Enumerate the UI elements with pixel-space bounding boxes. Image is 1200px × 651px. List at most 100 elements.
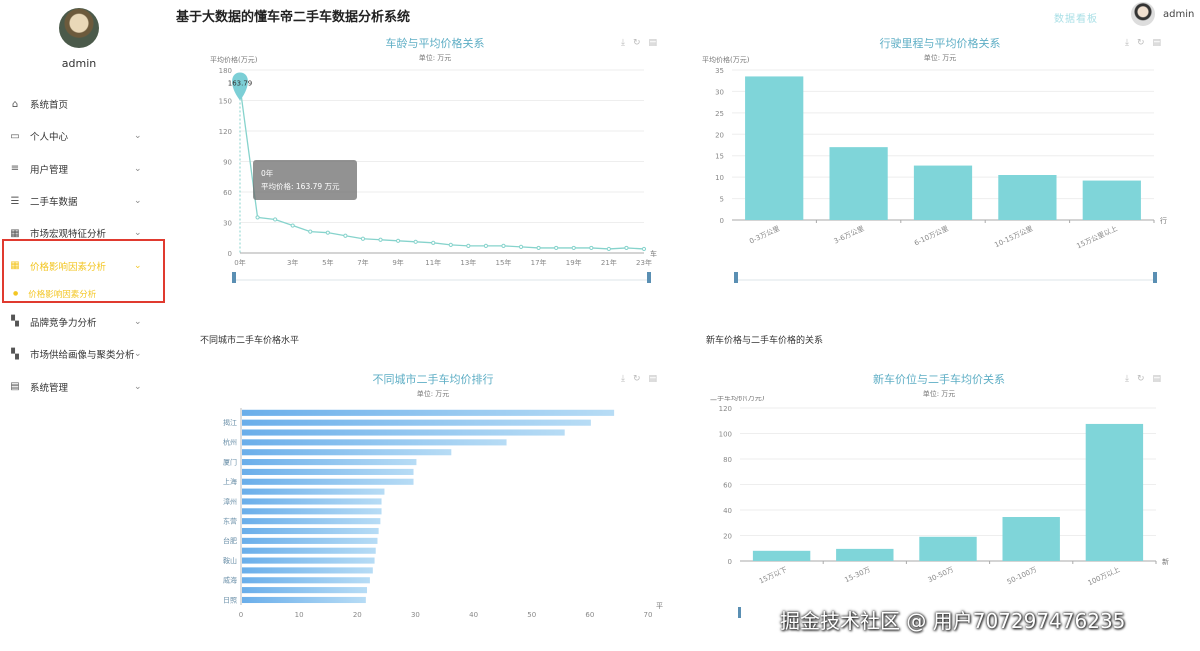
bar bbox=[1085, 423, 1144, 561]
newprice-chart[interactable]: 0 20 40 60 80 100 120 二手车均价(万元) 新 15万以下 15-30万 30-5… bbox=[700, 396, 1180, 626]
bar bbox=[919, 536, 977, 561]
x-tick-label: 7年 bbox=[357, 258, 368, 267]
data-view-icon[interactable]: ▤ bbox=[649, 38, 658, 48]
refresh-icon[interactable]: ↻ bbox=[1137, 374, 1145, 384]
header-username[interactable]: admin bbox=[1163, 9, 1194, 20]
bar bbox=[836, 548, 894, 561]
chevron-down-icon: ⌄ bbox=[134, 228, 142, 239]
dashboard-link[interactable]: 数据看板 bbox=[1054, 10, 1098, 25]
download-icon[interactable]: ⤓ bbox=[621, 38, 625, 48]
sidebar-item[interactable]: ▦ 价格影响因素分析 ⌄ bbox=[0, 249, 170, 281]
clipboard-icon: ▤ bbox=[10, 381, 20, 393]
x-axis-label: 新 bbox=[1162, 557, 1169, 566]
data-point bbox=[413, 239, 418, 244]
data-point bbox=[483, 243, 489, 248]
data-view-icon[interactable]: ▤ bbox=[649, 374, 658, 384]
sidebar-subitem-label: 价格影响因素分析 bbox=[28, 289, 97, 300]
sidebar: admin ⌂ 系统首页 ▭ 个人中心 ⌄ ≡ 用户管理 ⌄ ☰ 二手车数据 ⌄ ▦ 市场宏观特征分析 ⌄… bbox=[0, 0, 170, 651]
header-avatar[interactable] bbox=[1131, 2, 1155, 26]
y-tick-label: 80 bbox=[723, 456, 732, 464]
x-tick-label: 3年 bbox=[287, 258, 298, 267]
download-icon[interactable]: ⤓ bbox=[1125, 38, 1129, 48]
x-tick-label: 0年 bbox=[234, 258, 245, 267]
data-view-icon[interactable]: ▤ bbox=[1153, 38, 1162, 48]
y-tick-label: 威海 bbox=[223, 576, 237, 585]
x-tick-label: 20 bbox=[353, 611, 362, 619]
x-tick-label: 15万以下 bbox=[758, 566, 788, 586]
data-point bbox=[273, 217, 278, 222]
data-point bbox=[624, 245, 629, 251]
data-point bbox=[641, 246, 647, 252]
data-point bbox=[343, 233, 348, 238]
x-tick-label: 3-6万公里 bbox=[833, 225, 866, 246]
datazoom-handle-right bbox=[647, 272, 651, 283]
x-axis-label: 车 bbox=[650, 249, 657, 258]
bullet-icon: ● bbox=[13, 290, 19, 298]
data-point bbox=[536, 245, 541, 251]
data-point bbox=[466, 243, 471, 248]
sidebar-item[interactable]: ▦ 市场宏观特征分析 ⌄ bbox=[0, 217, 170, 249]
data-point bbox=[255, 215, 260, 220]
sidebar-item[interactable]: ≡ 用户管理 ⌄ bbox=[0, 153, 170, 185]
user-avatar[interactable] bbox=[59, 8, 99, 48]
download-icon[interactable]: ⤓ bbox=[621, 374, 625, 384]
bar bbox=[745, 76, 804, 220]
sidebar-item-label: 个人中心 bbox=[30, 132, 69, 144]
x-tick-label: 13年 bbox=[460, 258, 476, 267]
bar bbox=[242, 537, 378, 544]
download-icon[interactable]: ⤓ bbox=[1125, 374, 1129, 384]
y-tick-label: 台肥 bbox=[223, 536, 237, 545]
sidebar-subitem[interactable]: ● 价格影响因素分析 bbox=[0, 282, 170, 306]
x-tick-label: 70 bbox=[644, 611, 653, 619]
data-point bbox=[518, 244, 524, 249]
y-axis-label: 平均价格(万元) bbox=[210, 55, 258, 64]
sidebar-item[interactable]: ⌂ 系统首页 bbox=[0, 88, 170, 120]
datazoom-handle-left bbox=[734, 272, 738, 283]
chevron-down-icon: ⌄ bbox=[134, 349, 142, 360]
sidebar-item-label: 系统管理 bbox=[30, 382, 69, 394]
x-tick-label: 30 bbox=[411, 611, 420, 619]
y-tick-label: 20 bbox=[723, 533, 732, 541]
sidebar-item[interactable]: ▤ 系统管理 ⌄ bbox=[0, 370, 170, 402]
sidebar-item[interactable]: ▚ 品牌竞争力分析 ⌄ bbox=[0, 306, 170, 338]
bar bbox=[1002, 517, 1060, 561]
sidebar-item-label: 价格影响因素分析 bbox=[30, 261, 107, 273]
y-tick-label: 150 bbox=[219, 98, 232, 106]
y-tick-label: 杭州 bbox=[223, 438, 237, 447]
apps-icon: ▚ bbox=[11, 316, 19, 328]
x-axis-label: 行 bbox=[1160, 216, 1167, 225]
y-tick-label: 上海 bbox=[223, 477, 237, 486]
sidebar-item[interactable]: ☰ 二手车数据 ⌄ bbox=[0, 185, 170, 217]
sliders-icon: ☰ bbox=[10, 195, 20, 207]
watermark: 掘金技术社区 @ 用户707297476235 bbox=[780, 609, 1126, 633]
bar bbox=[752, 550, 811, 561]
data-point bbox=[290, 223, 295, 228]
refresh-icon[interactable]: ↻ bbox=[1137, 38, 1145, 48]
city-section-heading: 不同城市二手车价格水平 bbox=[200, 336, 300, 346]
tooltip-value: 平均价格: 163.79 万元 bbox=[261, 182, 340, 191]
city-price-chart[interactable]: 0 10 20 30 40 50 60 70平 揭江杭州厦门上海漳州东营台肥鞍山威海日照 bbox=[196, 400, 670, 630]
refresh-icon[interactable]: ↻ bbox=[633, 38, 641, 48]
x-tick-label: 15万公里以上 bbox=[1075, 224, 1119, 251]
city-chart-toolbox: ⤓ ↻ ▤ bbox=[621, 374, 657, 384]
bar bbox=[242, 488, 385, 495]
chevron-down-icon: ⌄ bbox=[134, 381, 142, 392]
bar bbox=[242, 498, 382, 505]
y-tick-label: 100 bbox=[719, 431, 732, 439]
mileage-price-chart[interactable]: 0 5 10 15 20 25 30 35 平均价格(万元) 行 0-3万公里 3-6万公里 6-10万… bbox=[700, 48, 1180, 293]
chevron-down-icon: ⌄ bbox=[134, 316, 142, 327]
refresh-icon[interactable]: ↻ bbox=[633, 374, 641, 384]
bar bbox=[242, 557, 375, 564]
data-view-icon[interactable]: ▤ bbox=[1153, 374, 1162, 384]
chevron-down-icon: ⌄ bbox=[134, 131, 142, 142]
x-tick-label: 40 bbox=[469, 611, 478, 619]
grid-icon: ▦ bbox=[10, 227, 20, 239]
data-point bbox=[308, 229, 313, 234]
sidebar-item[interactable]: ▭ 个人中心 ⌄ bbox=[0, 120, 170, 152]
newprice-chart-toolbox: ⤓ ↻ ▤ bbox=[1125, 374, 1161, 384]
data-point bbox=[395, 238, 401, 243]
mileage-chart-toolbox: ⤓ ↻ ▤ bbox=[1125, 38, 1161, 48]
y-tick-label: 漳州 bbox=[223, 497, 237, 506]
datazoom-handle-right bbox=[1153, 272, 1157, 283]
sidebar-item[interactable]: ▚ 市场供给画像与聚类分析 ⌄ bbox=[0, 338, 170, 370]
